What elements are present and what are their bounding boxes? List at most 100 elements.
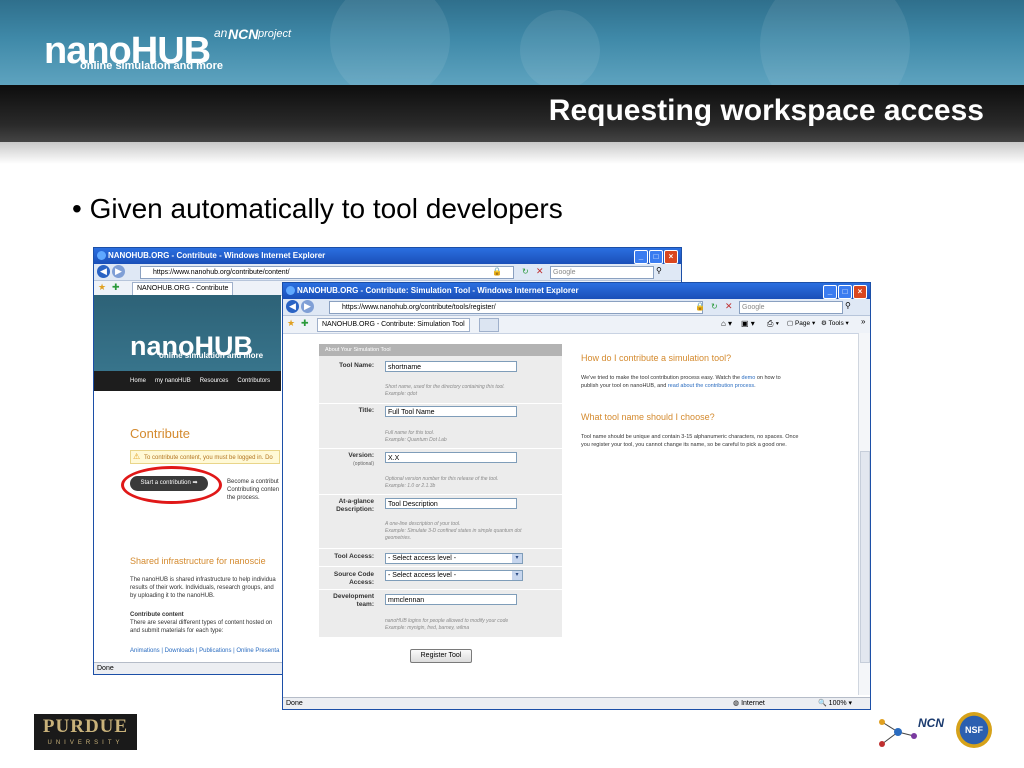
version-input[interactable]: X.X [385,452,517,463]
ie-icon [286,286,295,295]
favorites-star-icon[interactable]: ★ [98,282,106,293]
chevron-down-icon: ▾ [512,571,522,580]
page-menu[interactable]: ▢ Page ▾ [787,319,815,327]
tab-contribute[interactable]: NANOHUB.ORG - Contribute [132,282,234,296]
url-field[interactable]: https://www.nanohub.org/contribute/tools… [329,301,703,314]
description-label: At-a-glance Description: [336,498,374,513]
search-icon[interactable]: ⚲ [845,301,851,310]
site-tagline: online simulation and more [159,351,264,360]
slide-header-fade [0,142,1024,164]
close-icon[interactable]: × [853,285,867,299]
window-controls: _ □ × [823,285,867,299]
login-warning: To contribute content, you must be logge… [130,450,280,464]
address-bar: ◀ ▶ https://www.nanohub.org/contribute/c… [94,264,681,281]
refresh-icon[interactable]: ↻ [711,302,718,311]
vertical-scrollbar[interactable] [858,333,870,695]
shared-infrastructure-heading: Shared infrastructure for nanoscie [130,556,266,566]
search-input[interactable]: Google [739,301,843,314]
form-divider [319,494,562,495]
version-help: Optional version number for this release… [385,476,499,489]
chevron-right-icon[interactable]: » [861,317,865,326]
highlight-circle [121,466,222,504]
url-field[interactable]: https://www.nanohub.org/contribute/conte… [140,266,514,279]
add-favorites-icon[interactable]: ✚ [301,318,309,329]
new-tab-button[interactable] [479,318,499,332]
source-access-select[interactable]: - Select access level - ▾ [385,570,523,581]
window-titlebar: NANOHUB.ORG - Contribute: Simulation Too… [283,283,870,299]
demo-link[interactable]: demo [742,375,756,381]
forward-icon[interactable]: ▶ [301,300,314,313]
dev-team-input[interactable]: mmclennan [385,594,517,605]
contribution-process-link[interactable]: read about the contribution process [668,383,754,389]
feeds-icon[interactable]: ▣ ▾ [741,319,755,328]
ncn-molecule-icon [879,719,917,747]
search-input[interactable]: Google [550,266,654,279]
print-icon[interactable]: ⎙ ▾ [767,319,779,329]
dev-team-help: nanoHUB logins for people allowed to mod… [385,618,509,631]
ncn-logo-text: NCN [228,26,259,42]
minimize-icon[interactable]: _ [634,250,648,264]
source-access-label: Source Code Access: [333,571,374,586]
internet-zone: ◍ Internet [733,700,765,707]
chevron-down-icon: ▾ [512,554,522,563]
zoom-level[interactable]: 🔍 100% ▾ [818,698,852,709]
nav-my-nanohub[interactable]: my nanoHUB [155,371,191,391]
slide-title: Requesting workspace access [548,94,984,127]
back-icon[interactable]: ◀ [286,300,299,313]
ncn-an-text: an [214,26,228,40]
warning-icon: ⚠ [133,452,141,461]
title-label: Title: [358,407,374,414]
minimize-icon[interactable]: _ [823,285,837,299]
tool-name-input[interactable]: shortname [385,361,517,372]
tool-name-label: Tool Name: [339,362,374,369]
close-icon[interactable]: × [664,250,678,264]
window-titlebar: NANOHUB.ORG - Contribute - Windows Inter… [94,248,681,264]
contribute-content-heading: Contribute content [130,612,184,618]
site-nav: Home my nanoHUB Resources Contributors [94,371,281,391]
add-favorites-icon[interactable]: ✚ [112,282,120,293]
status-bar: Done ◍ Internet 🔍 100% ▾ [283,697,870,709]
nav-contributors[interactable]: Contributors [237,371,270,391]
ie-icon [97,251,106,260]
lock-icon: 🔒 [695,302,705,311]
nav-home[interactable]: Home [130,371,146,391]
stop-icon[interactable]: ✕ [536,266,544,277]
favorites-star-icon[interactable]: ★ [287,318,295,329]
tab-bar: ★ ✚ NANOHUB.ORG - Contribute: Simulation… [283,316,870,334]
shared-infrastructure-text: The nanoHUB is shared infrastructure to … [130,577,276,599]
nanohub-tagline: online simulation and more [80,60,224,72]
forward-icon[interactable]: ▶ [112,265,125,278]
nsf-logo: NSF [956,712,992,748]
maximize-icon[interactable]: □ [649,250,663,264]
stop-icon[interactable]: ✕ [725,301,733,312]
maximize-icon[interactable]: □ [838,285,852,299]
window-title: NANOHUB.ORG - Contribute: Simulation Too… [297,286,579,295]
tab-simulation-tool[interactable]: NANOHUB.ORG - Contribute: Simulation Too… [317,318,470,332]
form-divider [319,448,562,449]
home-icon[interactable]: ⌂ ▾ [721,319,732,328]
dev-team-label: Development team: [333,593,374,608]
form-divider [319,548,562,549]
faq-answer-contribute: We've tried to make the tool contributio… [581,375,781,389]
ie-window-simulation-tool: NANOHUB.ORG - Contribute: Simulation Too… [282,282,871,710]
tools-menu[interactable]: ⚙ Tools ▾ [821,319,849,327]
header-decoration [520,10,600,90]
back-icon[interactable]: ◀ [97,265,110,278]
tool-access-select[interactable]: - Select access level - ▾ [385,553,523,564]
register-tool-button[interactable]: Register Tool [410,649,472,663]
form-divider [319,403,562,404]
tool-name-help: Short name, used for the directory conta… [385,384,505,397]
ncn-project-text: project [258,28,292,40]
contribute-content-text: There are several different types of con… [130,620,273,634]
status-bar: Done [94,662,283,674]
title-help: Full name for this tool. Example: Quantu… [385,430,447,443]
scrollbar-thumb[interactable] [860,451,870,663]
nav-resources[interactable]: Resources [200,371,229,391]
slide-bullet: • Given automatically to tool developers [72,193,563,224]
purdue-wordmark: PURDUE [42,716,129,737]
title-input[interactable]: Full Tool Name [385,406,517,417]
content-type-links[interactable]: Animations | Downloads | Publications | … [130,647,279,655]
refresh-icon[interactable]: ↻ [522,267,529,276]
search-icon[interactable]: ⚲ [656,266,662,275]
description-input[interactable]: Tool Description [385,498,517,509]
